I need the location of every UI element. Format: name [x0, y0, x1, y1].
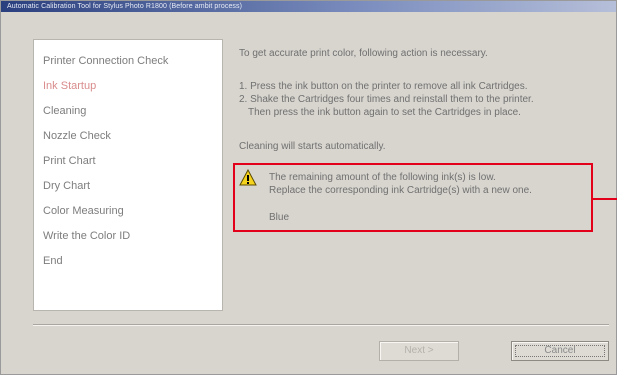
alert-message-line-2: Replace the corresponding ink Cartridge(… — [269, 185, 532, 196]
window-title: Automatic Calibration Tool for Stylus Ph… — [7, 3, 243, 10]
alert-message-line-1: The remaining amount of the following in… — [269, 172, 496, 183]
step-item-printer-connection-check: Printer Connection Check — [43, 55, 169, 67]
step-item-nozzle-check: Nozzle Check — [43, 130, 111, 142]
step-item-dry-chart: Dry Chart — [43, 180, 91, 192]
callout-line — [593, 198, 617, 200]
instruction-step-1: 1. Press the ink button on the printer t… — [239, 81, 528, 92]
step-item-ink-startup: Ink Startup — [43, 80, 97, 92]
low-ink-alert: The remaining amount of the following in… — [233, 163, 593, 232]
step-item-print-chart: Print Chart — [43, 155, 96, 167]
cancel-button-label: Cancel — [544, 345, 576, 356]
step-item-cleaning: Cleaning — [43, 105, 87, 117]
step-item-end: End — [43, 255, 63, 267]
intro-text: To get accurate print color, following a… — [239, 48, 488, 59]
step-list-panel: Printer Connection Check Ink Startup Cle… — [33, 39, 223, 311]
step-item-color-measuring: Color Measuring — [43, 205, 124, 217]
footer-divider — [33, 324, 609, 326]
warning-icon — [239, 169, 257, 186]
title-bar[interactable]: Automatic Calibration Tool for Stylus Ph… — [1, 1, 616, 12]
instruction-step-2: 2. Shake the Cartridges four times and r… — [239, 94, 534, 105]
cleaning-note: Cleaning will starts automatically. — [239, 141, 386, 152]
low-ink-name: Blue — [269, 212, 290, 223]
cancel-button[interactable]: Cancel — [511, 341, 609, 361]
next-button[interactable]: Next > — [379, 341, 459, 361]
step-list: Printer Connection Check Ink Startup Cle… — [43, 54, 168, 279]
application-window: Automatic Calibration Tool for Stylus Ph… — [0, 0, 617, 375]
step-item-write-color-id: Write the Color ID — [43, 230, 131, 242]
instruction-step-2-cont: Then press the ink button again to set t… — [248, 107, 521, 118]
